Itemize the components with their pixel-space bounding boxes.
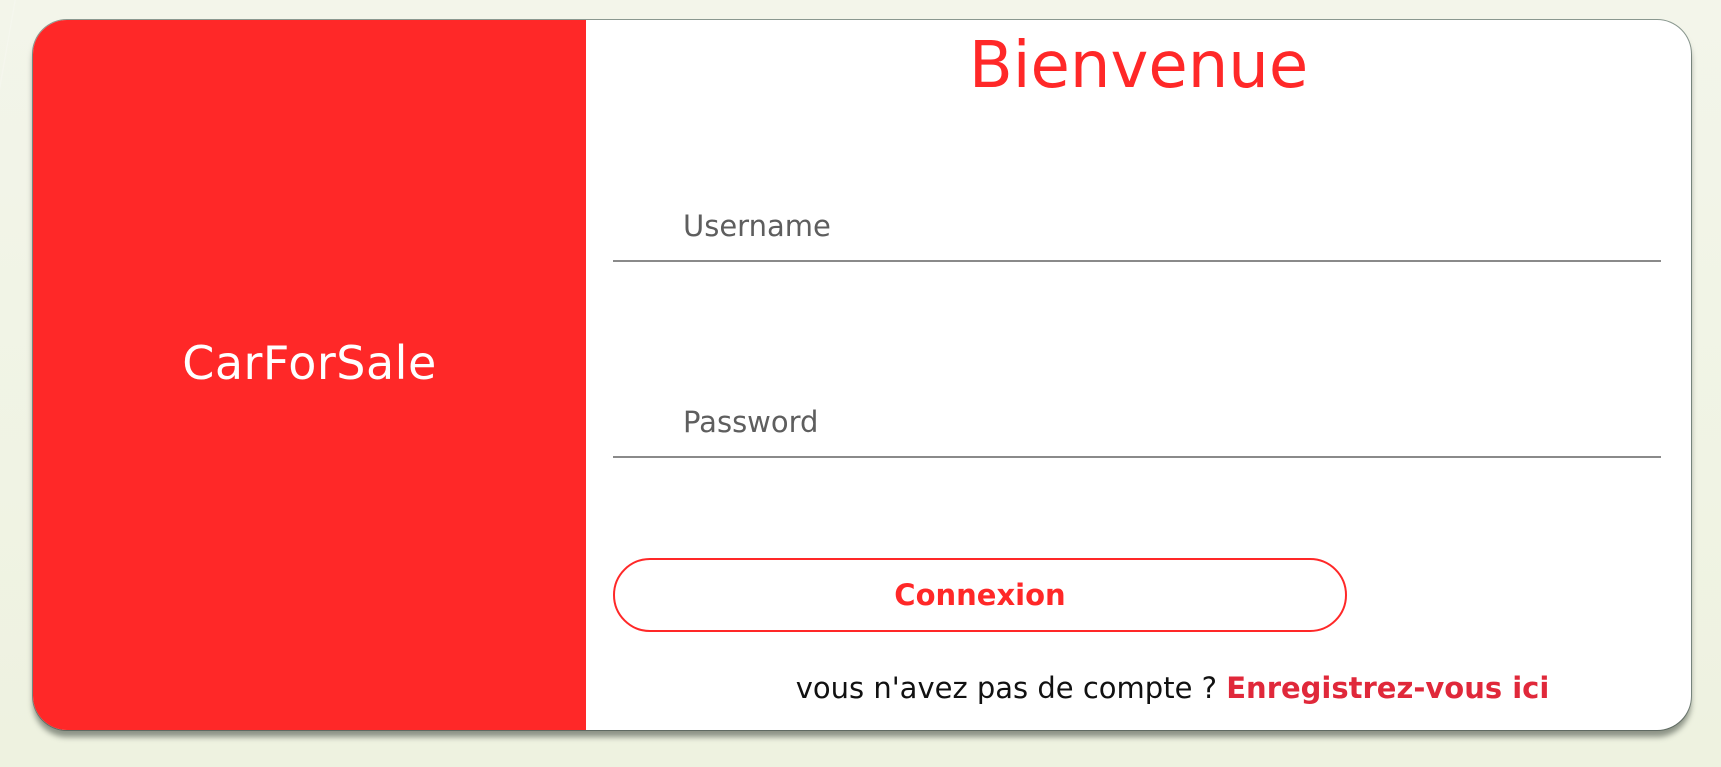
password-input[interactable] [613, 388, 1661, 458]
brand-panel: CarForSale [33, 20, 586, 730]
register-prompt-text: vous n'avez pas de compte ? [795, 671, 1218, 705]
login-button[interactable]: Connexion [613, 558, 1347, 632]
login-form: Bienvenue Connexion vous n'avez pas de c… [586, 20, 1691, 730]
welcome-title: Bienvenue [968, 29, 1309, 103]
register-prompt-line: vous n'avez pas de compte ? Enregistrez-… [586, 671, 1691, 705]
username-input[interactable] [613, 192, 1661, 262]
brand-name: CarForSale [182, 336, 437, 390]
login-card: CarForSale Bienvenue Connexion vous n'av… [33, 20, 1691, 730]
register-link[interactable]: Enregistrez-vous ici [1226, 671, 1549, 705]
